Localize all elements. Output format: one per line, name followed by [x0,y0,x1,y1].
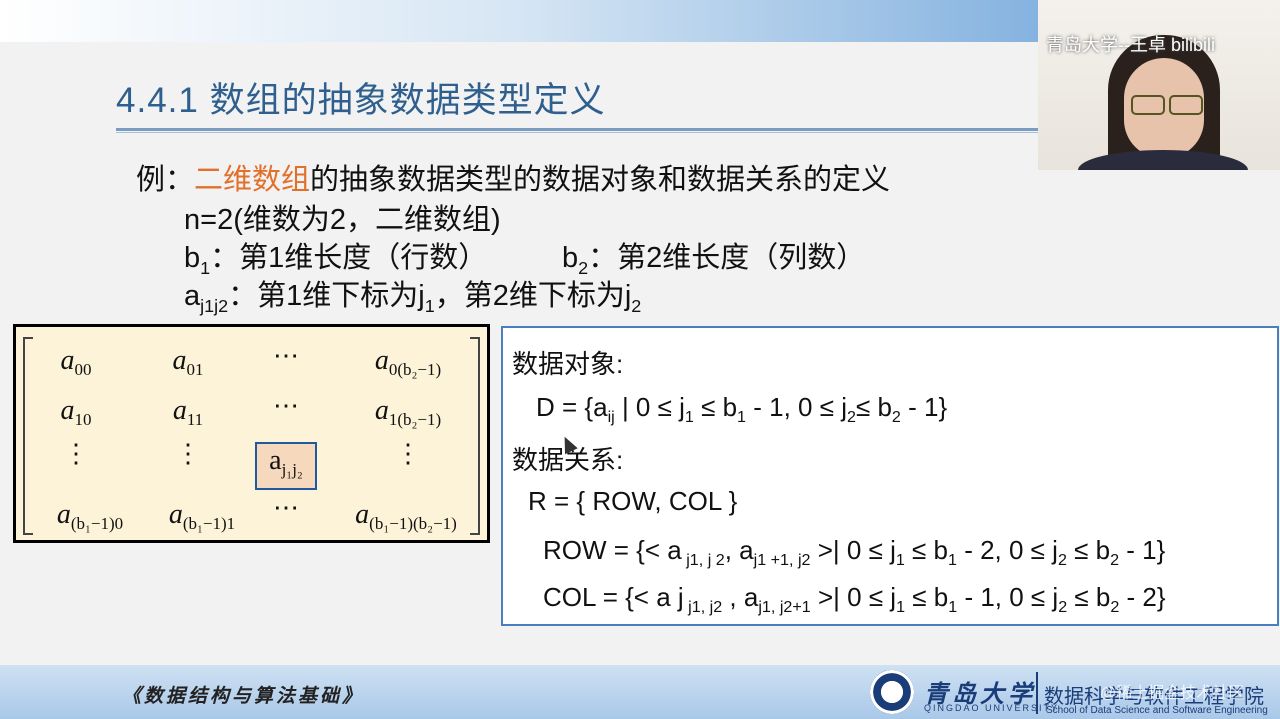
relation-set: R = { ROW, COL } [528,486,738,516]
webcam-overlay [1038,0,1280,170]
matrix-cell: a(b₁−1)0 [56,499,124,533]
b2-text: ：第2维长度（列数） [588,242,866,274]
a-line: aj1j2：第1维下标为j1，第2维下标为j2 [184,272,641,317]
a-subscript: j1j2 [200,295,229,316]
objects-label: 数据对象: [512,349,624,379]
matrix-cell: a10 [60,395,92,429]
matrix-cell: ⋯ [273,341,299,370]
matrix-cell: ⋮ [395,439,421,468]
a-symbol: a [184,280,201,312]
glasses-left [1131,95,1165,115]
b1-text: ：第1维长度（行数） [210,242,488,274]
matrix-cell: a01 [172,345,204,379]
b2-symbol: b [562,242,579,274]
matrix-cell: ⋮ [175,439,201,468]
a-text-2: ，第2维下标为j [434,280,632,312]
matrix-cell: a00 [60,345,92,379]
video-watermark: 青岛大学--王卓 bilibili [1046,35,1216,55]
a-text-sub-1: 1 [424,295,435,316]
matrix-cell: a(b₁−1)1 [168,499,236,533]
definition-panel: 数据对象: D = {aij | 0 ≤ j1 ≤ b1 - 1, 0 ≤ j2… [501,326,1279,626]
b1-symbol: b [184,242,201,274]
glasses-right [1169,95,1203,115]
site-watermark: @稀土掘金技术社区 [1100,685,1245,702]
matrix-cell: ⋯ [273,391,299,420]
matrix-cell: ⋯ [273,493,299,522]
col-relation: COL = {< a j j1, j2 , aj1, j2+1 >| 0 ≤ j… [543,582,1166,617]
example-line: 例：二维数组的抽象数据类型的数据对象和数据关系的定义 [136,156,890,198]
university-name-en: QINGDAO UNIVERSITY [924,703,1060,713]
title-underline [116,128,1038,131]
matrix-panel: a00 a01 ⋯ a0(b₂−1) a10 a11 ⋯ a1(b₂−1) ⋮ … [13,324,490,543]
school-name-en: School of Data Science and Software Engi… [1046,705,1268,716]
a-text-sub-2: 2 [631,295,642,316]
presenter-body [1078,150,1248,170]
right-bracket [470,337,480,535]
course-name: 《数据结构与算法基础》 [122,686,365,707]
slide-title: 4.4.1 数组的抽象数据类型定义 [116,81,606,120]
example-highlight: 二维数组 [194,164,311,196]
matrix-cell-highlighted: aj₁j₂ [269,445,303,479]
matrix-cell: a11 [172,395,204,429]
a-text-1: ：第1维下标为j [228,280,425,312]
university-logo-icon [870,670,914,714]
dimension-line: n=2(维数为2，二维数组) [184,204,501,236]
example-prefix: 例： [136,164,195,196]
matrix-cell: ⋮ [63,439,89,468]
left-bracket [23,337,33,535]
footer-separator [1036,672,1038,714]
matrix-cell: a1(b₂−1) [374,395,442,429]
matrix-cell: a(b₁−1)(b₂−1) [355,499,457,533]
data-object-set: D = {aij | 0 ≤ j1 ≤ b1 - 1, 0 ≤ j2≤ b2 -… [536,392,948,427]
row-relation: ROW = {< a j1, j 2, aj1 +1, j2 >| 0 ≤ j1… [543,535,1166,570]
title-underline-thin [116,132,1038,133]
matrix-cell: a0(b₂−1) [374,345,442,379]
example-rest: 的抽象数据类型的数据对象和数据关系的定义 [310,164,891,196]
